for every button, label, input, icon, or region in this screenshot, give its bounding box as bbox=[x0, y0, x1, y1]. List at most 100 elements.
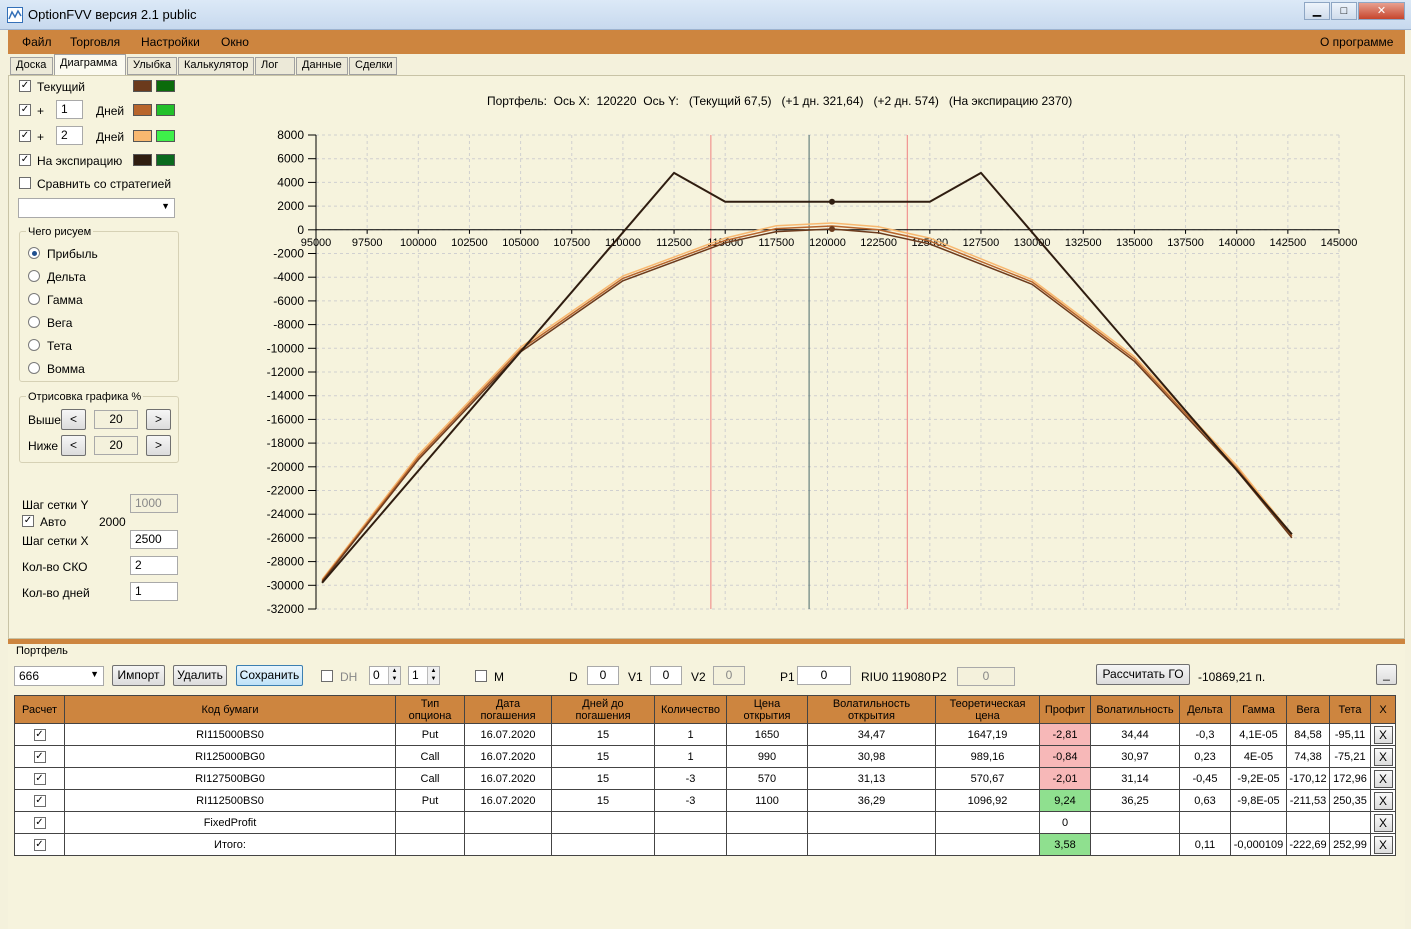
d-input[interactable]: 0 bbox=[587, 666, 619, 685]
row-calc-checkbox[interactable]: ✓ bbox=[33, 728, 46, 741]
col-header[interactable]: X bbox=[1370, 695, 1396, 724]
spin2-down-icon[interactable]: ▼ bbox=[427, 675, 439, 684]
tab-data[interactable]: Данные bbox=[296, 57, 348, 75]
row-calc-checkbox[interactable]: ✓ bbox=[33, 772, 46, 785]
row-calc-checkbox[interactable]: ✓ bbox=[33, 816, 46, 829]
radio-theta[interactable] bbox=[28, 339, 40, 351]
above-decrease-button[interactable]: < bbox=[61, 409, 86, 430]
remove-row-button[interactable]: X bbox=[1373, 769, 1393, 788]
col-header[interactable]: Вега bbox=[1286, 695, 1330, 724]
tab-calculator[interactable]: Калькулятор bbox=[178, 57, 254, 75]
v2-input[interactable]: 0 bbox=[713, 666, 745, 685]
above-value[interactable]: 20 bbox=[94, 410, 138, 429]
spin1-down-icon[interactable]: ▼ bbox=[388, 675, 400, 684]
series-current-color2[interactable] bbox=[156, 80, 175, 92]
col-header[interactable]: Цена открытия bbox=[726, 695, 808, 724]
days-count-input[interactable]: 1 bbox=[130, 582, 178, 601]
tab-diagram[interactable]: Диаграмма bbox=[54, 54, 126, 75]
series-plus1-checkbox[interactable]: ✓ bbox=[19, 104, 31, 116]
table-row[interactable]: ✓ RI112500BS0 Put 16.07.2020 15 -3 1100 36,29 10… bbox=[14, 789, 1396, 812]
table-row[interactable]: ✓ FixedProfit 0 X bbox=[14, 811, 1396, 834]
p1-input[interactable]: 0 bbox=[797, 666, 851, 685]
series-plus2-color1[interactable] bbox=[133, 130, 152, 142]
series-plus1-color2[interactable] bbox=[156, 104, 175, 116]
below-increase-button[interactable]: > bbox=[146, 435, 171, 456]
col-header[interactable]: Волатильность bbox=[1090, 695, 1180, 724]
remove-row-button[interactable]: X bbox=[1373, 835, 1393, 854]
row-calc-checkbox[interactable]: ✓ bbox=[33, 838, 46, 851]
col-header[interactable]: Расчет bbox=[14, 695, 65, 724]
series-current-color1[interactable] bbox=[133, 80, 152, 92]
remove-row-button[interactable]: X bbox=[1373, 725, 1393, 744]
series-plus2-color2[interactable] bbox=[156, 130, 175, 142]
table-row[interactable]: ✓ RI125000BG0 Call 16.07.2020 15 1 990 30,98 989… bbox=[14, 745, 1396, 768]
grid-x-input[interactable]: 2500 bbox=[130, 530, 178, 549]
spin2[interactable]: 1 ▲ ▼ bbox=[408, 666, 440, 685]
save-button[interactable]: Сохранить bbox=[236, 665, 303, 686]
col-header[interactable]: Профит bbox=[1039, 695, 1091, 724]
menu-file[interactable]: Файл bbox=[22, 35, 52, 49]
menu-settings[interactable]: Настройки bbox=[141, 35, 200, 49]
col-header[interactable]: Тип опциона bbox=[395, 695, 465, 724]
series-expiry-color2[interactable] bbox=[156, 154, 175, 166]
series-plus1-color1[interactable] bbox=[133, 104, 152, 116]
tab-deals[interactable]: Сделки bbox=[349, 57, 397, 75]
tab-board[interactable]: Доска bbox=[10, 57, 53, 75]
col-header[interactable]: Количество bbox=[654, 695, 727, 724]
col-header[interactable]: Дельта bbox=[1179, 695, 1231, 724]
radio-delta[interactable] bbox=[28, 270, 40, 282]
table-row[interactable]: ✓ Итого: 3,58 0,11 -0,000109 -222,69 252,99 X bbox=[14, 833, 1396, 856]
col-header[interactable]: Код бумаги bbox=[64, 695, 396, 724]
row-calc-checkbox[interactable]: ✓ bbox=[33, 750, 46, 763]
col-header[interactable]: Теоретическая цена bbox=[935, 695, 1040, 724]
radio-gamma[interactable] bbox=[28, 293, 40, 305]
maximize-button[interactable]: □ bbox=[1331, 2, 1357, 20]
table-row[interactable]: ✓ RI115000BS0 Put 16.07.2020 15 1 1650 34,47 164… bbox=[14, 723, 1396, 746]
m-checkbox[interactable] bbox=[475, 670, 487, 682]
col-header[interactable]: Дата погашения bbox=[464, 695, 552, 724]
minimize-button[interactable]: ▁ bbox=[1304, 2, 1330, 20]
col-header[interactable]: Дней до погашения bbox=[551, 695, 655, 724]
remove-row-button[interactable]: X bbox=[1373, 747, 1393, 766]
sko-input[interactable]: 2 bbox=[130, 556, 178, 575]
above-increase-button[interactable]: > bbox=[146, 409, 171, 430]
below-decrease-button[interactable]: < bbox=[61, 435, 86, 456]
table-row[interactable]: ✓ RI127500BG0 Call 16.07.2020 15 -3 570 31,13 57… bbox=[14, 767, 1396, 790]
tab-smile[interactable]: Улыбка bbox=[127, 57, 177, 75]
compare-strategy-checkbox[interactable] bbox=[19, 177, 31, 189]
p2-input[interactable]: 0 bbox=[957, 667, 1015, 686]
close-button[interactable]: ✕ bbox=[1358, 2, 1405, 20]
radio-profit[interactable] bbox=[28, 247, 40, 259]
series-expiry-color1[interactable] bbox=[133, 154, 152, 166]
profit-chart[interactable]: 8000 6000 4000 2000 0 -2000 -4000 -6000 -8000 -10… bbox=[255, 90, 1385, 630]
menu-about[interactable]: О программе bbox=[1320, 35, 1393, 49]
below-value[interactable]: 20 bbox=[94, 436, 138, 455]
grid-y-input[interactable]: 1000 bbox=[130, 494, 178, 513]
col-header[interactable]: Тета bbox=[1329, 695, 1371, 724]
series-plus2-checkbox[interactable]: ✓ bbox=[19, 130, 31, 142]
series-plus1-days-input[interactable]: 1 bbox=[56, 100, 83, 119]
portfolio-select[interactable]: 666 ▼ bbox=[14, 666, 104, 686]
col-header[interactable]: Гамма bbox=[1230, 695, 1287, 724]
collapse-button[interactable]: _ bbox=[1376, 664, 1397, 685]
col-header[interactable]: Волатильность открытия bbox=[807, 695, 936, 724]
strategy-select[interactable]: ▼ bbox=[18, 198, 175, 218]
v1-input[interactable]: 0 bbox=[650, 666, 682, 685]
delete-button[interactable]: Удалить bbox=[173, 665, 227, 686]
import-button[interactable]: Импорт bbox=[112, 665, 165, 686]
auto-checkbox[interactable]: ✓ bbox=[22, 515, 34, 527]
dh-checkbox[interactable] bbox=[321, 670, 333, 682]
spin1[interactable]: 0 ▲ ▼ bbox=[369, 666, 401, 685]
row-calc-checkbox[interactable]: ✓ bbox=[33, 794, 46, 807]
radio-vega[interactable] bbox=[28, 316, 40, 328]
menu-trade[interactable]: Торговля bbox=[70, 35, 120, 49]
series-plus2-days-input[interactable]: 2 bbox=[56, 126, 83, 145]
tab-log[interactable]: Лог bbox=[255, 57, 295, 75]
menu-window[interactable]: Окно bbox=[221, 35, 249, 49]
series-expiry-checkbox[interactable]: ✓ bbox=[19, 154, 31, 166]
radio-vomma[interactable] bbox=[28, 362, 40, 374]
calc-go-button[interactable]: Рассчитать ГО bbox=[1096, 664, 1190, 685]
remove-row-button[interactable]: X bbox=[1373, 791, 1393, 810]
remove-row-button[interactable]: X bbox=[1373, 813, 1393, 832]
series-current-checkbox[interactable]: ✓ bbox=[19, 80, 31, 92]
